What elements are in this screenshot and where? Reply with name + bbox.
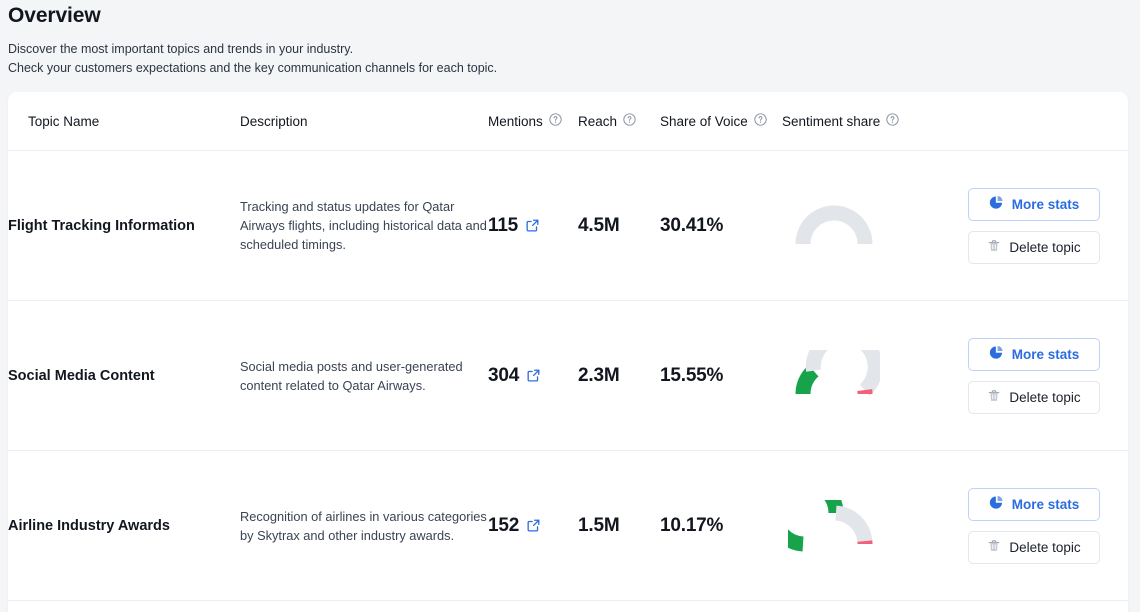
more-stats-label: More stats <box>1011 346 1080 362</box>
info-question-icon[interactable] <box>549 113 562 129</box>
column-header-mentions: Mentions <box>488 92 578 151</box>
external-link-icon[interactable] <box>525 218 540 233</box>
pie-chart-icon <box>989 495 1004 513</box>
reach-value: 4.5M <box>578 214 620 236</box>
trash-icon <box>987 539 1001 556</box>
info-question-icon[interactable] <box>886 113 899 129</box>
topic-description-text: Recognition of airlines in various categ… <box>240 508 487 543</box>
cell-description: Tracking and status updates for Qatar Ai… <box>240 150 488 301</box>
cell-actions: More stats Delete topic <box>962 450 1128 601</box>
page-header: Overview Discover the most important top… <box>0 0 1140 78</box>
more-stats-button[interactable]: More stats <box>968 187 1100 221</box>
cell-share-of-voice: 15.55% <box>660 300 782 451</box>
column-header-label: Description <box>240 113 308 129</box>
delete-topic-button[interactable]: Delete topic <box>968 230 1100 264</box>
topic-name-text: Social Media Content <box>8 367 155 384</box>
info-question-icon[interactable] <box>754 113 767 129</box>
delete-topic-label: Delete topic <box>1009 389 1081 405</box>
sentiment-gauge <box>782 349 962 402</box>
cell-share-of-voice: 30.41% <box>660 150 782 301</box>
cell-topic-name: Social Media Content <box>8 300 240 451</box>
table-body: Flight Tracking Information Tracking and … <box>8 150 1128 601</box>
external-link-icon[interactable] <box>526 518 541 533</box>
more-stats-button[interactable]: More stats <box>968 487 1100 521</box>
overview-page: Overview Discover the most important top… <box>0 0 1140 612</box>
cell-actions: More stats Delete topic <box>962 300 1128 451</box>
trash-icon <box>987 389 1001 406</box>
column-header-label: Sentiment share <box>782 113 881 129</box>
column-header-label: Reach <box>578 113 618 129</box>
page-subtitle-line-2: Check your customers expectations and th… <box>8 61 498 75</box>
more-stats-label: More stats <box>1011 196 1080 212</box>
column-header-label: Topic Name <box>28 113 100 129</box>
info-question-icon[interactable] <box>623 113 636 129</box>
column-header-description: Description <box>240 92 488 151</box>
cell-sentiment-share <box>782 450 962 601</box>
column-header-reach: Reach <box>578 92 660 151</box>
table-header-row: Topic Name Description Mentions Reach Sh… <box>8 92 1128 151</box>
table-row: Airline Industry Awards Recognition of ai… <box>8 450 1128 601</box>
column-header-topic-name: Topic Name <box>8 92 240 151</box>
cell-share-of-voice: 10.17% <box>660 450 782 601</box>
share-of-voice-value: 10.17% <box>660 514 724 536</box>
delete-topic-button[interactable]: Delete topic <box>968 380 1100 414</box>
column-header-label: Mentions <box>488 113 543 129</box>
sentiment-gauge-svg <box>795 349 880 396</box>
page-title: Overview <box>8 4 101 27</box>
cell-actions: More stats Delete topic <box>962 150 1128 301</box>
topic-description-text: Tracking and status updates for Qatar Ai… <box>240 199 487 252</box>
pie-chart-icon <box>989 345 1004 363</box>
topics-table-card: Topic Name Description Mentions Reach Sh… <box>8 92 1128 612</box>
delete-topic-button[interactable]: Delete topic <box>968 530 1100 564</box>
mentions-value: 115 <box>488 214 519 236</box>
topic-name-text: Flight Tracking Information <box>8 217 195 234</box>
topics-table: Topic Name Description Mentions Reach Sh… <box>8 92 1128 601</box>
column-header-sentiment-share: Sentiment share <box>782 92 1128 151</box>
delete-topic-label: Delete topic <box>1009 539 1081 555</box>
sentiment-gauge-svg <box>788 499 873 551</box>
cell-reach: 4.5M <box>578 150 660 301</box>
topic-name-text: Airline Industry Awards <box>8 517 170 534</box>
column-header-label: Share of Voice <box>660 113 748 129</box>
page-subtitle-line-1: Discover the most important topics and t… <box>8 42 354 56</box>
sentiment-gauge <box>782 200 962 252</box>
cell-mentions: 304 <box>488 300 578 451</box>
cell-mentions: 115 <box>488 150 578 301</box>
cell-description: Social media posts and user-generated co… <box>240 300 488 451</box>
cell-sentiment-share <box>782 300 962 451</box>
reach-value: 1.5M <box>578 514 620 536</box>
cell-topic-name: Flight Tracking Information <box>8 150 240 301</box>
mentions-value: 152 <box>488 514 520 536</box>
share-of-voice-value: 15.55% <box>660 364 724 386</box>
sentiment-gauge <box>782 499 962 552</box>
sentiment-gauge-svg <box>795 205 873 244</box>
cell-description: Recognition of airlines in various categ… <box>240 450 488 601</box>
table-header: Topic Name Description Mentions Reach Sh… <box>8 92 1128 151</box>
mentions-value: 304 <box>488 364 520 386</box>
delete-topic-label: Delete topic <box>1009 239 1081 255</box>
cell-mentions: 152 <box>488 450 578 601</box>
cell-reach: 1.5M <box>578 450 660 601</box>
more-stats-label: More stats <box>1011 496 1080 512</box>
external-link-icon[interactable] <box>526 368 541 383</box>
share-of-voice-value: 30.41% <box>660 214 724 236</box>
reach-value: 2.3M <box>578 364 620 386</box>
table-row: Flight Tracking Information Tracking and … <box>8 150 1128 301</box>
pie-chart-icon <box>989 195 1004 213</box>
trash-icon <box>987 239 1001 256</box>
topic-description-text: Social media posts and user-generated co… <box>240 358 463 393</box>
cell-sentiment-share <box>782 150 962 301</box>
cell-topic-name: Airline Industry Awards <box>8 450 240 601</box>
cell-reach: 2.3M <box>578 300 660 451</box>
table-row: Social Media Content Social media posts a… <box>8 300 1128 451</box>
column-header-share-of-voice: Share of Voice <box>660 92 782 151</box>
more-stats-button[interactable]: More stats <box>968 337 1100 371</box>
